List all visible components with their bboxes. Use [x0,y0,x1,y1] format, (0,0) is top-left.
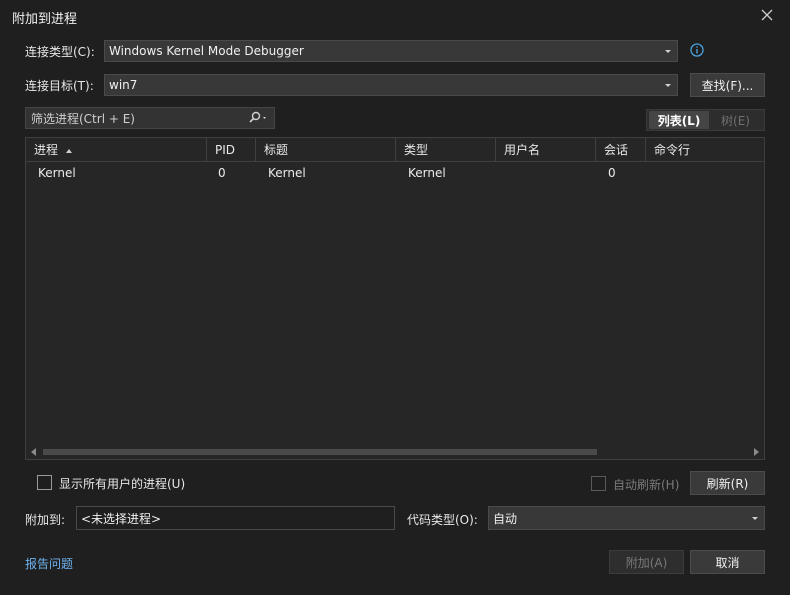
close-icon[interactable] [758,6,776,24]
column-header-session[interactable]: 会话 [596,138,646,162]
cell-pid: 0 [218,166,226,180]
connection-type-value: Windows Kernel Mode Debugger [109,44,304,58]
show-all-users-label: 显示所有用户的进程(U) [59,477,186,491]
tab-list[interactable]: 列表(L) [649,111,709,129]
column-header-type[interactable]: 类型 [396,138,496,162]
code-type-select[interactable]: 自动 [488,506,765,530]
cell-session: 0 [608,166,616,180]
process-table: 进程 PID 标题 类型 用户名 会话 命令行 Kernel 0 Kernel … [25,137,765,460]
filter-placeholder: 筛选进程(Ctrl + E) [31,111,135,126]
connection-target-select[interactable]: win7 [104,74,678,96]
code-type-value: 自动 [493,511,518,526]
column-header-pid[interactable]: PID [207,138,256,162]
column-header-title[interactable]: 标题 [256,138,396,162]
table-header: 进程 PID 标题 类型 用户名 会话 命令行 [26,138,764,162]
tab-tree[interactable]: 树(E) [709,111,762,129]
sort-ascending-icon [66,148,73,153]
horizontal-scrollbar[interactable] [26,445,764,459]
column-header-command-line[interactable]: 命令行 [646,138,764,162]
cell-title: Kernel [268,166,306,180]
info-icon[interactable] [690,43,704,57]
table-row[interactable]: Kernel 0 Kernel Kernel 0 [26,163,764,183]
attach-to-label: 附加到: [25,513,66,527]
search-icon[interactable] [248,111,274,125]
connection-target-label: 连接目标(T): [25,79,94,93]
connection-type-label: 连接类型(C): [25,45,95,59]
auto-refresh-label: 自动刷新(H) [613,478,680,492]
column-header-user[interactable]: 用户名 [496,138,596,162]
cell-process: Kernel [38,166,76,180]
show-all-users-checkbox[interactable] [37,475,52,490]
dialog-title: 附加到进程 [12,12,78,27]
cancel-button[interactable]: 取消 [690,550,765,574]
auto-refresh-checkbox[interactable] [591,476,606,491]
scrollbar-thumb[interactable] [43,449,597,455]
chevron-down-icon [752,516,758,520]
cell-type: Kernel [408,166,446,180]
find-button[interactable]: 查找(F)... [690,73,765,97]
connection-target-value: win7 [109,78,138,92]
attach-to-value: <未选择进程> [81,511,162,526]
refresh-button[interactable]: 刷新(R) [690,471,765,495]
filter-input[interactable]: 筛选进程(Ctrl + E) [25,107,275,129]
connection-type-select[interactable]: Windows Kernel Mode Debugger [104,40,678,62]
scroll-right-icon[interactable] [754,448,759,456]
column-header-process[interactable]: 进程 [26,138,207,162]
scroll-left-icon[interactable] [31,448,36,456]
attach-button[interactable]: 附加(A) [609,550,684,574]
attach-to-field[interactable]: <未选择进程> [76,506,395,530]
chevron-down-icon [665,83,671,87]
chevron-down-icon [665,49,671,53]
code-type-label: 代码类型(O): [407,513,478,527]
report-issue-link[interactable]: 报告问题 [25,555,73,572]
view-toggle: 列表(L) 树(E) [646,109,765,131]
